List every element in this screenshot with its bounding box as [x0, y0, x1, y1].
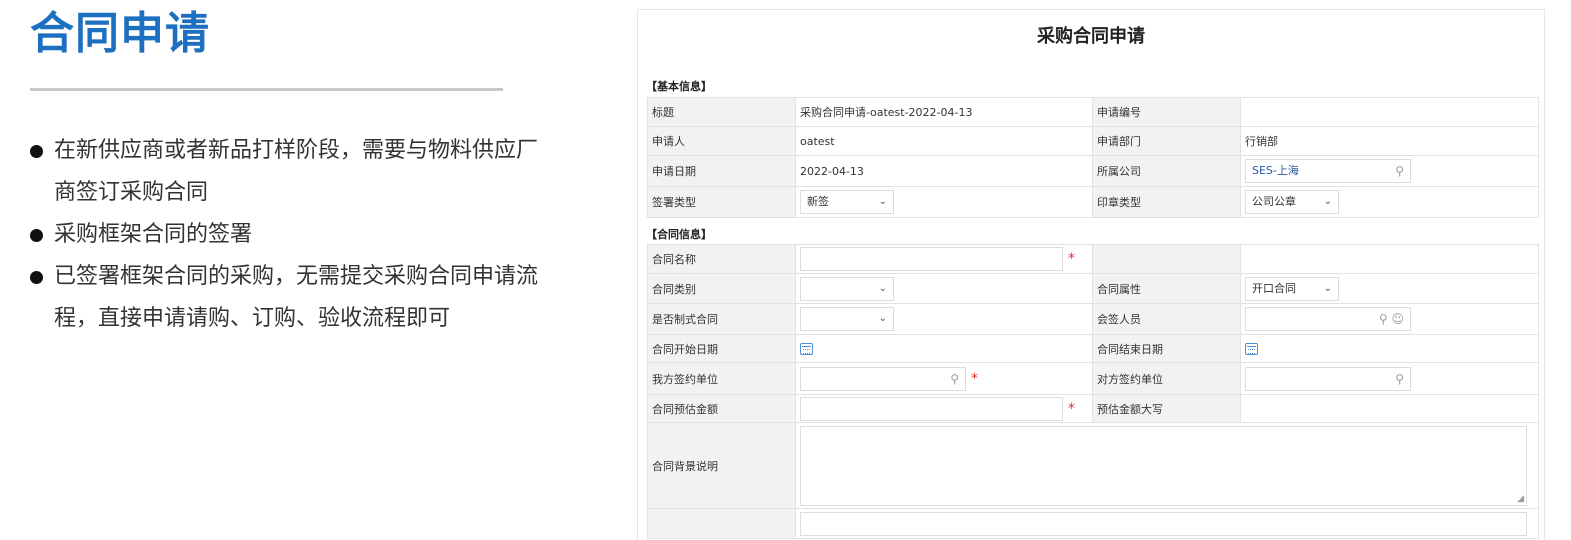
chevron-down-icon: ⌄ — [878, 196, 887, 207]
company-value: SES-上海 — [1252, 164, 1299, 177]
table-row: 申请人 oatest 申请部门 行销部 — [647, 126, 1539, 156]
chevron-down-icon: ⌄ — [1323, 196, 1332, 207]
contract-attribute-select[interactable]: 开口合同 ⌄ — [1245, 276, 1339, 301]
seal-type-label: 印章类型 — [1092, 186, 1241, 218]
bullet-item: 已签署框架合同的采购，无需提交采购合同申请流程，直接申请请购、订购、验收流程即可 — [30, 256, 550, 340]
contract-form-panel: 采购合同申请 【基本信息】 标题 采购合同申请-oatest-2022-04-1… — [637, 9, 1545, 540]
formatted-contract-select[interactable]: ⌄ — [800, 307, 894, 331]
bullet-list: 在新供应商或者新品打样阶段，需要与物料供应厂商签订采购合同 采购框架合同的签署 … — [30, 130, 550, 340]
contract-name-input[interactable] — [800, 247, 1063, 271]
contract-attribute-label: 合同属性 — [1092, 273, 1241, 304]
chevron-down-icon: ⌄ — [878, 282, 887, 294]
date-value: 2022-04-13 — [795, 155, 1093, 187]
search-icon[interactable]: ⚲ — [1395, 368, 1404, 390]
calendar-icon[interactable] — [1245, 343, 1258, 355]
dept-label: 申请部门 — [1092, 126, 1241, 156]
dept-value[interactable]: 行销部 — [1240, 126, 1539, 156]
start-date-label: 合同开始日期 — [647, 334, 796, 363]
required-mark: * — [1068, 400, 1075, 417]
search-icon[interactable]: ⚲ — [1395, 160, 1404, 182]
sign-type-label: 签署类型 — [647, 186, 796, 218]
our-party-label: 我方签约单位 — [647, 362, 796, 395]
title-label: 标题 — [647, 97, 796, 127]
title-divider — [30, 88, 503, 91]
chevron-down-icon: ⌄ — [878, 313, 887, 324]
form-title: 采购合同申请 — [1037, 26, 1145, 47]
page-title: 合同申请 — [30, 8, 210, 59]
table-row: 签署类型 新签 ⌄ 印章类型 公司公章 ⌄ — [647, 186, 1539, 218]
cosign-field[interactable]: ⚲ ☺ — [1245, 307, 1411, 331]
applicant-label: 申请人 — [647, 126, 796, 156]
amount-upper-label: 预估金额大写 — [1092, 394, 1241, 423]
end-date-label: 合同结束日期 — [1092, 334, 1241, 363]
applicant-value[interactable]: oatest — [795, 126, 1093, 156]
basic-info-table: 标题 采购合同申请-oatest-2022-04-13 申请编号 申请人 oat… — [647, 97, 1539, 218]
bullet-item: 在新供应商或者新品打样阶段，需要与物料供应厂商签订采购合同 — [30, 130, 550, 214]
search-icon[interactable]: ⚲ — [950, 368, 959, 390]
bullet-item: 采购框架合同的签署 — [30, 214, 550, 256]
sign-type-select[interactable]: 新签 ⌄ — [800, 190, 894, 214]
table-row: 我方签约单位 ⚲ * 对方签约单位 ⚲ — [647, 362, 1539, 395]
sign-type-value: 新签 — [807, 195, 829, 208]
contract-info-section-label: 【合同信息】 — [646, 228, 712, 241]
user-search-icon[interactable]: ⚲ ☺ — [1379, 308, 1404, 330]
company-field[interactable]: SES-上海 ⚲ — [1245, 159, 1411, 183]
number-value — [1240, 97, 1539, 127]
other-party-label: 对方签约单位 — [1092, 362, 1241, 395]
table-row: 合同开始日期 合同结束日期 — [647, 334, 1539, 363]
contract-category-select[interactable]: ⌄ — [800, 276, 894, 301]
company-label: 所属公司 — [1092, 155, 1241, 187]
other-party-field[interactable]: ⚲ — [1245, 366, 1411, 391]
contract-name-label: 合同名称 — [647, 244, 796, 274]
amount-input[interactable] — [800, 396, 1063, 421]
date-label: 申请日期 — [647, 155, 796, 187]
cosign-label: 会签人员 — [1092, 303, 1241, 335]
resize-handle-icon[interactable]: ◢ — [1517, 494, 1524, 504]
table-row: 合同背景说明 ◢ — [647, 422, 1539, 509]
formatted-contract-label: 是否制式合同 — [647, 303, 796, 335]
contract-info-table: 合同名称 * 合同类别 ⌄ 合同属性 开口合同 ⌄ 是否制式合同 ⌄ 会签人员 … — [647, 244, 1539, 539]
title-value: 采购合同申请-oatest-2022-04-13 — [795, 97, 1093, 127]
table-row — [647, 508, 1539, 539]
background-textarea[interactable]: ◢ — [800, 425, 1527, 506]
table-row: 合同名称 * — [647, 244, 1539, 274]
our-party-field[interactable]: ⚲ — [800, 366, 966, 391]
background-label: 合同背景说明 — [647, 422, 796, 509]
table-row: 是否制式合同 ⌄ 会签人员 ⚲ ☺ — [647, 303, 1539, 335]
contract-category-label: 合同类别 — [647, 273, 796, 304]
required-mark: * — [1068, 251, 1075, 267]
table-row: 申请日期 2022-04-13 所属公司 SES-上海 ⚲ — [647, 155, 1539, 187]
chevron-down-icon: ⌄ — [1323, 282, 1332, 294]
contract-attribute-value: 开口合同 — [1252, 281, 1296, 295]
next-textarea[interactable] — [800, 511, 1527, 536]
number-label: 申请编号 — [1092, 97, 1241, 127]
calendar-icon[interactable] — [800, 343, 813, 355]
table-row: 合同类别 ⌄ 合同属性 开口合同 ⌄ — [647, 273, 1539, 304]
basic-info-section-label: 【基本信息】 — [646, 80, 712, 93]
seal-type-select[interactable]: 公司公章 ⌄ — [1245, 190, 1339, 214]
amount-upper-value — [1240, 394, 1539, 423]
table-row: 合同预估金额 * 预估金额大写 — [647, 394, 1539, 423]
amount-label: 合同预估金额 — [647, 394, 796, 423]
table-row: 标题 采购合同申请-oatest-2022-04-13 申请编号 — [647, 97, 1539, 127]
required-mark: * — [971, 370, 978, 387]
seal-type-value: 公司公章 — [1252, 195, 1296, 208]
